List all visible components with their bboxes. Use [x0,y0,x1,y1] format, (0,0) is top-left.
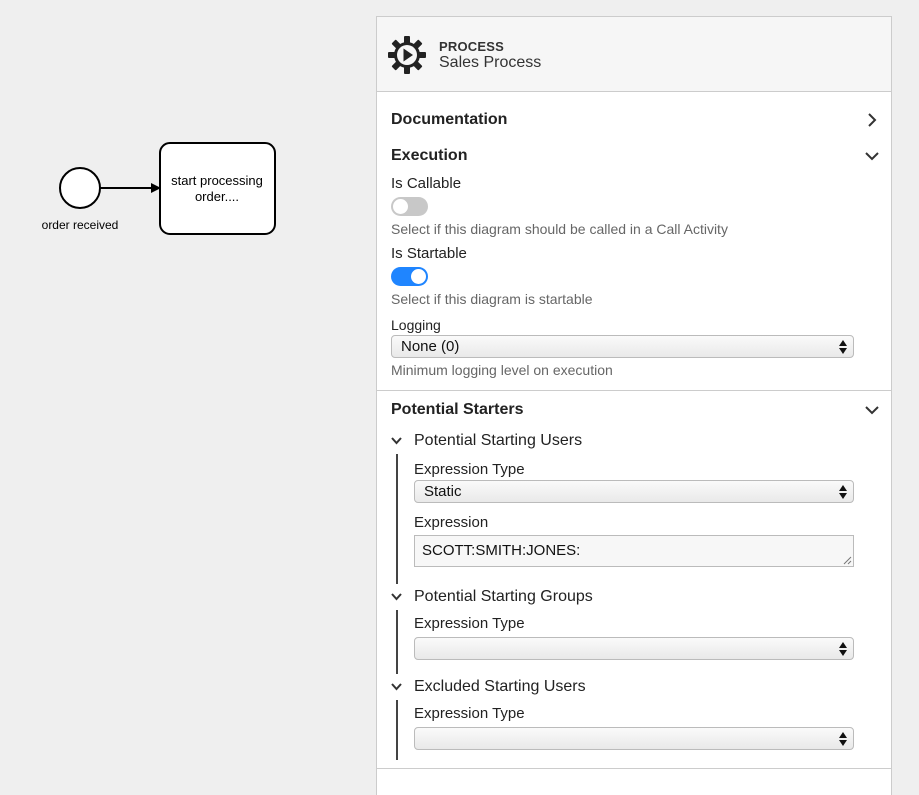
select-arrows-icon [839,642,847,656]
panel-header: PROCESS Sales Process [377,17,891,92]
is-callable-toggle[interactable] [391,197,428,216]
properties-panel: PROCESS Sales Process Documentation Exec… [376,16,892,795]
diagram-svg: start processing order.... order receive… [42,142,276,235]
is-callable-description: Select if this diagram should be called … [391,221,728,237]
element-type: PROCESS [439,39,504,54]
is-startable-label: Is Startable [391,245,467,262]
group-execution-title: Execution [391,147,468,164]
potential-starting-groups-body: Expression Type [396,610,891,674]
potential-starting-users-title: Potential Starting Users [414,432,583,449]
is-startable-description: Select if this diagram is startable [391,291,593,307]
chevron-down-icon[interactable] [391,683,402,691]
select-arrows-icon [839,485,847,499]
select-arrows-icon [839,732,847,746]
logging-select[interactable]: None (0) [391,335,854,358]
potential-starting-users-body: Expression Type Static Expression SCOTT:… [396,454,891,584]
groups-expression-type-label: Expression Type [414,615,525,632]
potential-starting-groups-title: Potential Starting Groups [414,588,593,605]
element-name: Sales Process [439,54,542,71]
users-expression-type-select[interactable]: Static [414,480,854,503]
collapsible-excluded-starting-users[interactable]: Excluded Starting Users [377,674,891,700]
logging-select-value: None (0) [401,338,460,355]
resize-grip-icon[interactable] [843,556,852,565]
task-label-line2: order.... [195,189,239,204]
group-documentation[interactable]: Documentation [377,102,891,138]
chevron-down-icon[interactable] [391,437,402,445]
users-expression-value: SCOTT:SMITH:JONES: [422,542,581,559]
group-potential-starters-title: Potential Starters [391,401,524,418]
chevron-right-icon[interactable] [865,113,879,127]
users-expression-type-label: Expression Type [414,461,525,478]
groups-expression-type-select[interactable] [414,637,854,660]
section-divider [377,768,891,769]
logging-description: Minimum logging level on execution [391,362,613,378]
is-callable-label: Is Callable [391,175,462,192]
excluded-expression-type-select[interactable] [414,727,854,750]
diagram-canvas[interactable]: start processing order.... order receive… [0,0,376,795]
is-startable-toggle[interactable] [391,267,428,286]
start-event[interactable] [59,167,101,209]
users-expression-label: Expression [414,514,489,531]
start-event-label: order received [42,218,119,232]
chevron-down-icon[interactable] [865,403,879,417]
group-execution[interactable]: Execution [377,138,891,174]
process-gear-icon [388,36,426,74]
chevron-down-icon[interactable] [391,593,402,601]
collapsible-potential-starting-groups[interactable]: Potential Starting Groups [377,584,891,610]
excluded-starting-users-title: Excluded Starting Users [414,678,586,695]
group-potential-starters[interactable]: Potential Starters [377,392,891,428]
group-documentation-title: Documentation [391,111,508,128]
excluded-starting-users-body: Expression Type [396,700,891,760]
logging-label: Logging [391,317,441,333]
chevron-down-icon[interactable] [865,149,879,163]
select-arrows-icon [839,340,847,354]
excluded-expression-type-label: Expression Type [414,705,525,722]
users-expression-textarea[interactable]: SCOTT:SMITH:JONES: [414,535,854,567]
collapsible-potential-starting-users[interactable]: Potential Starting Users [377,428,891,454]
task-label-line1: start processing [171,173,263,188]
users-expression-type-value: Static [424,483,462,500]
